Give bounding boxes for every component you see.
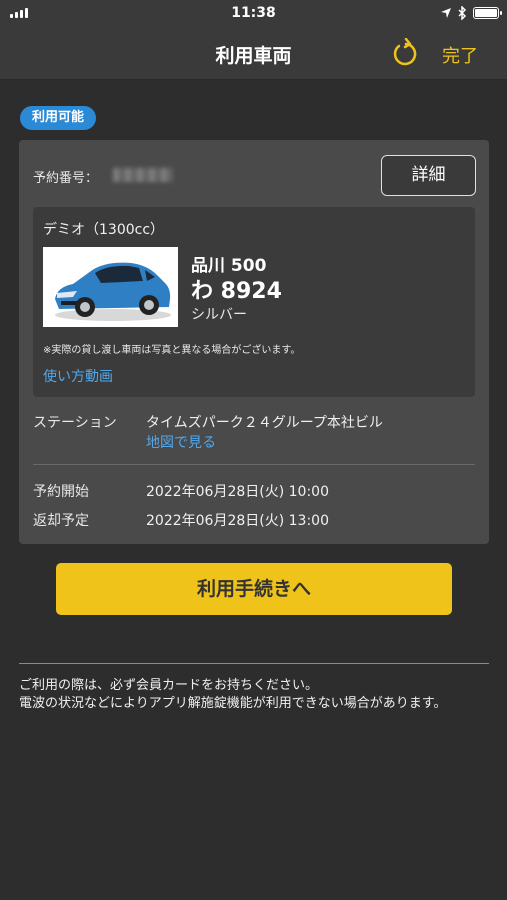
- start-label: 予約開始: [33, 484, 89, 500]
- detail-button[interactable]: 詳細: [381, 155, 476, 196]
- battery-icon: [473, 7, 502, 19]
- car-photo: [43, 247, 178, 327]
- vehicle-card: 予約番号： 詳細 デミオ（1300cc） 品川 500 わ 8924 シルバー …: [19, 140, 489, 544]
- notice-text: ご利用の際は、必ず会員カードをお持ちください。 電波の状況などによりアプリ解施錠…: [19, 677, 489, 713]
- start-procedure-button[interactable]: 利用手続きへ: [56, 563, 452, 615]
- station-label: ステーション: [33, 415, 117, 431]
- status-bar: 11:38: [0, 0, 507, 28]
- reservation-number-redacted: [113, 168, 173, 182]
- car-color: シルバー: [191, 307, 247, 323]
- vehicle-model: デミオ（1300cc）: [43, 222, 165, 238]
- divider: [33, 464, 475, 465]
- start-value: 2022年06月28日(火) 10:00: [146, 484, 329, 500]
- location-arrow-icon: [441, 8, 451, 18]
- divider: [19, 663, 489, 664]
- page-title: 利用車両: [215, 45, 292, 67]
- done-button[interactable]: 完了: [442, 42, 478, 68]
- refresh-icon[interactable]: [390, 38, 422, 70]
- map-link[interactable]: 地図で見る: [146, 432, 216, 452]
- return-value: 2022年06月28日(火) 13:00: [146, 513, 329, 529]
- reservation-number-label: 予約番号：: [33, 171, 99, 186]
- return-label: 返却予定: [33, 513, 89, 529]
- nav-bar: 利用車両 完了: [0, 28, 507, 80]
- status-time: 11:38: [231, 5, 276, 21]
- notice-line: 電波の状況などによりアプリ解施錠機能が利用できない場合があります。: [19, 696, 447, 711]
- plate-number: わ 8924: [191, 279, 282, 304]
- notice-line: ご利用の際は、必ず会員カードをお持ちください。: [19, 678, 319, 693]
- bluetooth-icon: [458, 6, 467, 20]
- howto-video-link[interactable]: 使い方動画: [43, 366, 113, 386]
- vehicle-info: デミオ（1300cc） 品川 500 わ 8924 シルバー ※実際の貸し渡し車…: [33, 207, 475, 397]
- station-name: タイムズパーク２４グループ本社ビル: [146, 415, 383, 431]
- status-badge: 利用可能: [20, 106, 97, 130]
- photo-disclaimer: ※実際の貸し渡し車両は写真と異なる場合がございます。: [43, 345, 301, 356]
